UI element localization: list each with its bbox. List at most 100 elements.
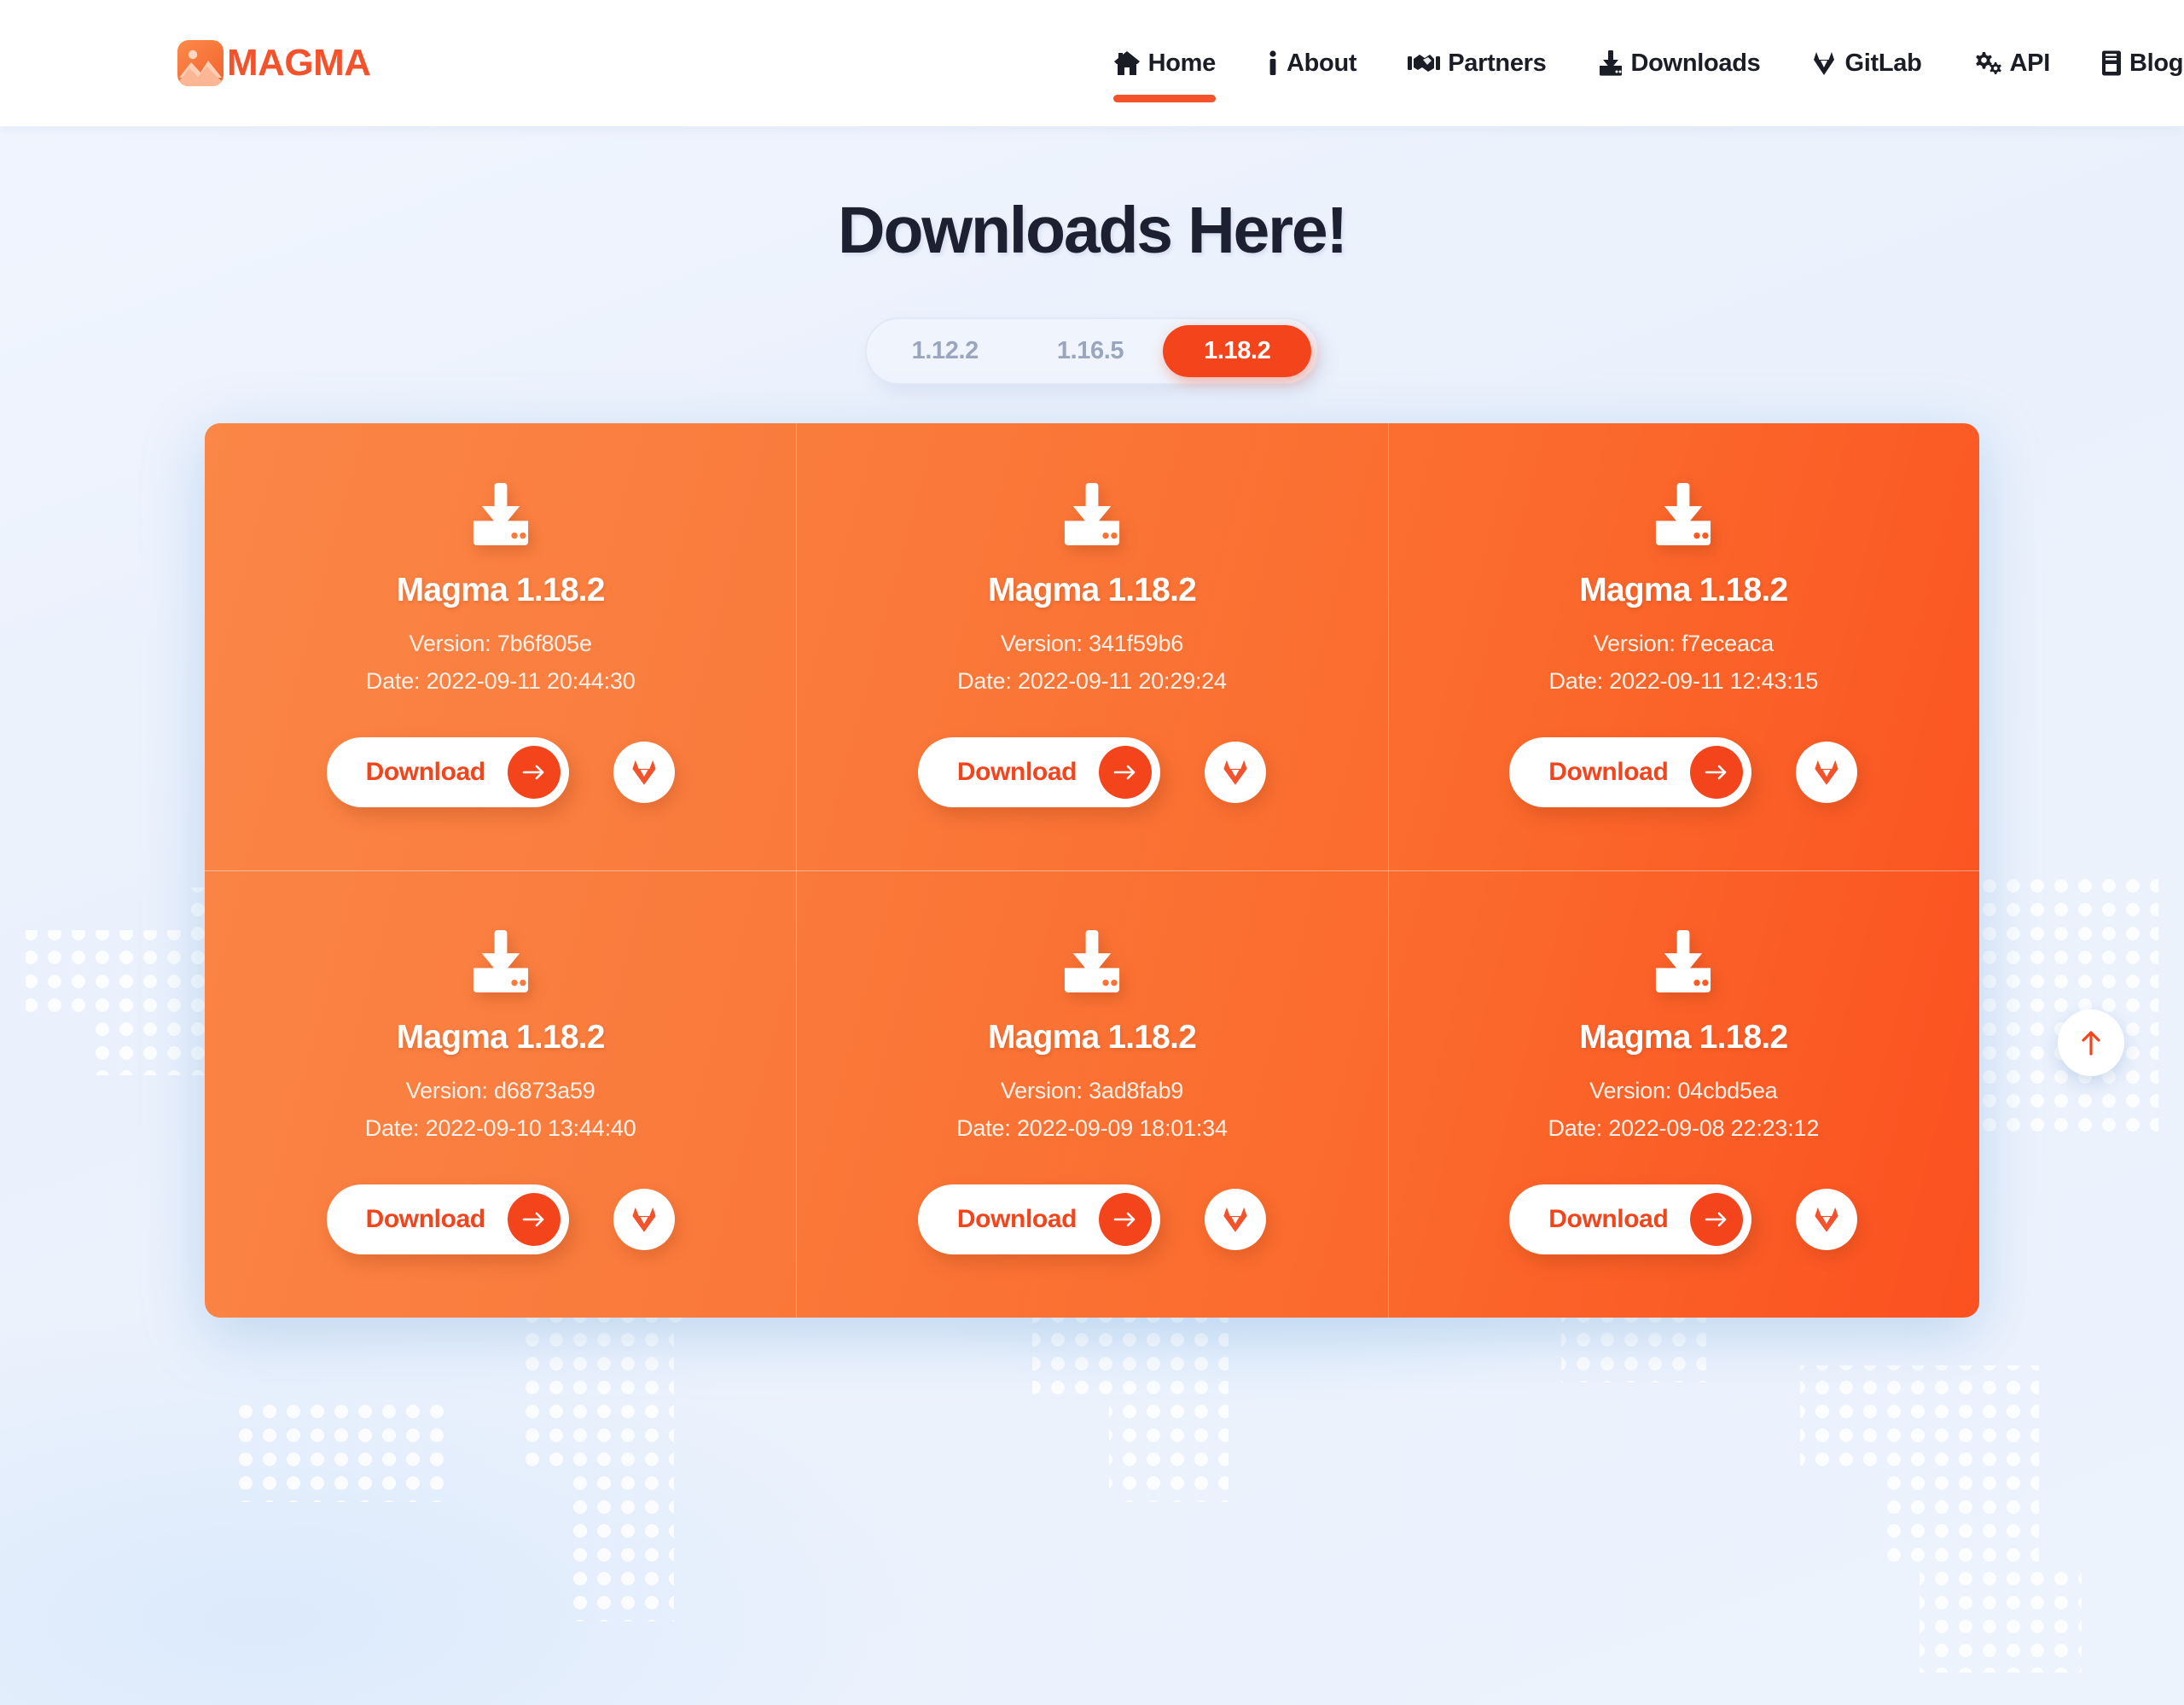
download-button[interactable]: Download <box>917 737 1161 807</box>
card-actions: Download <box>326 1184 675 1254</box>
download-card: Magma 1.18.2 Version: 3ad8fab9 Date: 202… <box>796 870 1388 1318</box>
brand-logo[interactable]: MAGMA <box>177 40 371 86</box>
download-card: Magma 1.18.2 Version: 04cbd5ea Date: 202… <box>1387 870 1979 1318</box>
version-selector: 1.12.2 1.16.5 1.18.2 <box>864 317 1320 385</box>
card-actions: Download <box>1509 737 1858 807</box>
download-tray-icon <box>473 930 528 993</box>
download-button-label: Download <box>956 1205 1077 1233</box>
nav-label: GitLab <box>1844 49 1922 77</box>
download-card: Magma 1.18.2 Version: 7b6f805e Date: 202… <box>205 423 796 870</box>
card-actions: Download <box>326 737 675 807</box>
arrow-right-icon <box>1099 746 1153 799</box>
card-title: Magma 1.18.2 <box>987 1019 1197 1056</box>
card-title: Magma 1.18.2 <box>396 1019 606 1056</box>
nav-item-blog[interactable]: Blog <box>2076 0 2184 126</box>
download-button-label: Download <box>365 758 486 786</box>
nav-label: Downloads <box>1630 49 1761 77</box>
gitlab-repo-button[interactable] <box>613 1189 675 1250</box>
downloads-grid: Magma 1.18.2 Version: 7b6f805e Date: 202… <box>205 423 1979 1318</box>
version-pill-1122[interactable]: 1.12.2 <box>873 325 1018 377</box>
scroll-to-top-button[interactable] <box>2058 1010 2124 1076</box>
nav-item-home[interactable]: Home <box>1088 0 1241 126</box>
gitlab-fox-icon <box>632 1207 656 1232</box>
download-tray-icon <box>473 483 528 546</box>
card-date: Date: 2022-09-08 22:23:12 <box>1548 1115 1820 1141</box>
card-date: Date: 2022-09-09 18:01:34 <box>956 1115 1228 1141</box>
gitlab-repo-button[interactable] <box>613 742 675 803</box>
download-button[interactable]: Download <box>1509 737 1752 807</box>
book-icon <box>2101 50 2122 76</box>
nav-item-gitlab[interactable]: GitLab <box>1786 0 1947 126</box>
home-icon <box>1113 50 1141 76</box>
downloads-grid-wrap: Magma 1.18.2 Version: 7b6f805e Date: 202… <box>0 423 2184 1318</box>
download-button-label: Download <box>1548 1205 1669 1233</box>
nav-label: Partners <box>1448 49 1547 77</box>
download-button[interactable]: Download <box>326 737 569 807</box>
nav-label: Blog <box>2129 49 2184 77</box>
download-button-label: Download <box>1548 758 1669 786</box>
card-title: Magma 1.18.2 <box>987 572 1197 608</box>
site-header: MAGMA Home About Partners Downloads GitL… <box>0 0 2184 126</box>
handshake-icon <box>1408 52 1441 74</box>
card-title: Magma 1.18.2 <box>396 572 606 608</box>
download-card: Magma 1.18.2 Version: 341f59b6 Date: 202… <box>796 423 1387 870</box>
download-tray-icon <box>1656 483 1711 546</box>
gitlab-fox-icon <box>1815 1207 1838 1232</box>
card-actions: Download <box>917 737 1267 807</box>
image-photo-icon <box>177 40 224 86</box>
main-navigation: Home About Partners Downloads GitLab API… <box>1088 0 2184 126</box>
arrow-up-icon <box>2082 1031 2100 1056</box>
info-icon <box>1267 50 1279 76</box>
gitlab-repo-button[interactable] <box>1205 742 1267 803</box>
card-version: Version: 04cbd5ea <box>1589 1078 1778 1103</box>
nav-item-partners[interactable]: Partners <box>1382 0 1571 126</box>
card-title: Magma 1.18.2 <box>1579 572 1788 608</box>
card-date: Date: 2022-09-11 12:43:15 <box>1548 668 1819 694</box>
card-version: Version: 3ad8fab9 <box>1000 1078 1184 1103</box>
gitlab-fox-icon <box>632 759 656 785</box>
download-card: Magma 1.18.2 Version: f7eceaca Date: 202… <box>1387 423 1979 870</box>
download-button[interactable]: Download <box>1509 1184 1752 1254</box>
gears-icon <box>1973 50 2002 76</box>
download-card: Magma 1.18.2 Version: d6873a59 Date: 202… <box>205 870 797 1318</box>
version-selector-wrap: 1.12.2 1.16.5 1.18.2 <box>0 317 2184 385</box>
arrow-right-icon <box>1690 746 1744 799</box>
page-content: Downloads Here! 1.12.2 1.16.5 1.18.2 Mag… <box>0 193 2184 1318</box>
arrow-right-icon <box>507 746 561 799</box>
nav-item-api[interactable]: API <box>1948 0 2076 126</box>
arrow-right-icon <box>1099 1193 1153 1246</box>
gitlab-repo-button[interactable] <box>1796 1189 1858 1250</box>
arrow-right-icon <box>1690 1193 1744 1246</box>
nav-label: API <box>2009 49 2051 77</box>
nav-item-downloads[interactable]: Downloads <box>1572 0 1786 126</box>
brand-name: MAGMA <box>227 42 371 84</box>
gitlab-repo-button[interactable] <box>1796 742 1858 803</box>
card-version: Version: d6873a59 <box>405 1078 595 1103</box>
download-icon <box>1598 50 1623 76</box>
card-actions: Download <box>1509 1184 1858 1254</box>
nav-item-about[interactable]: About <box>1241 0 1382 126</box>
gitlab-icon <box>1811 50 1837 76</box>
download-button[interactable]: Download <box>917 1184 1161 1254</box>
gitlab-fox-icon <box>1223 1207 1247 1232</box>
nav-label: Home <box>1147 49 1217 77</box>
card-title: Magma 1.18.2 <box>1579 1019 1788 1056</box>
page-title: Downloads Here! <box>838 194 1348 267</box>
card-version: Version: 7b6f805e <box>409 631 592 656</box>
download-button-label: Download <box>365 1205 486 1233</box>
version-pill-1182[interactable]: 1.18.2 <box>1163 325 1312 377</box>
download-button[interactable]: Download <box>326 1184 569 1254</box>
card-version: Version: f7eceaca <box>1593 631 1774 656</box>
download-tray-icon <box>1656 930 1711 993</box>
card-date: Date: 2022-09-10 13:44:40 <box>364 1115 636 1141</box>
download-tray-icon <box>1064 483 1120 546</box>
gitlab-repo-button[interactable] <box>1205 1189 1267 1250</box>
card-actions: Download <box>917 1184 1267 1254</box>
nav-label: About <box>1286 49 1357 77</box>
download-tray-icon <box>1064 930 1120 993</box>
gitlab-fox-icon <box>1223 759 1247 785</box>
gitlab-fox-icon <box>1815 759 1838 785</box>
version-pill-1165[interactable]: 1.16.5 <box>1018 325 1163 377</box>
arrow-right-icon <box>507 1193 561 1246</box>
card-date: Date: 2022-09-11 20:29:24 <box>957 668 1227 694</box>
